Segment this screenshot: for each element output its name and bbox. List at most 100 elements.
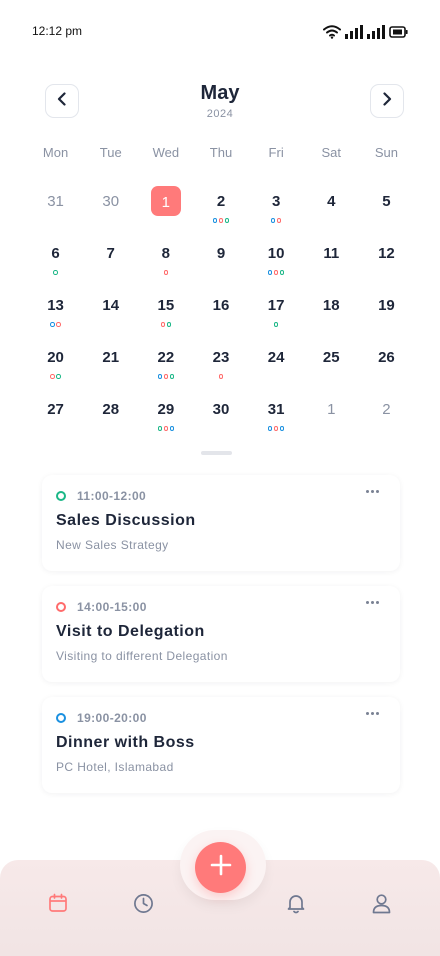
- day-cell[interactable]: 2: [193, 182, 248, 234]
- day-cell[interactable]: 26: [359, 338, 414, 390]
- event-subtitle: New Sales Strategy: [56, 538, 169, 552]
- day-cell[interactable]: 4: [304, 182, 359, 234]
- event-card[interactable]: 14:00-15:00 Visit to Delegation Visiting…: [42, 586, 400, 682]
- nav-clock[interactable]: [131, 891, 155, 915]
- event-dot-blue: [157, 374, 163, 379]
- day-cell[interactable]: 30: [193, 390, 248, 442]
- day-number: 19: [378, 297, 395, 314]
- day-number: 26: [378, 349, 395, 366]
- day-cell[interactable]: 18: [304, 286, 359, 338]
- day-cell[interactable]: 22: [138, 338, 193, 390]
- day-cell[interactable]: 29: [138, 390, 193, 442]
- day-cell[interactable]: 28: [83, 390, 138, 442]
- event-dot-green: [224, 218, 230, 223]
- event-title: Visit to Delegation: [56, 623, 205, 640]
- drag-handle[interactable]: [201, 451, 232, 455]
- day-number: 1: [327, 401, 336, 418]
- day-cell[interactable]: 23: [193, 338, 248, 390]
- day-number: 5: [382, 193, 391, 210]
- day-cell[interactable]: 31: [249, 390, 304, 442]
- day-cell[interactable]: 27: [28, 390, 83, 442]
- event-card[interactable]: 19:00-20:00 Dinner with Boss PC Hotel, I…: [42, 697, 400, 793]
- day-number: 2: [382, 401, 391, 418]
- nav-calendar[interactable]: [46, 891, 70, 915]
- more-horizontal-icon: [365, 711, 379, 715]
- nav-notifications[interactable]: [284, 891, 308, 915]
- day-number: 17: [267, 297, 285, 314]
- weekday-label: Sat: [321, 145, 342, 160]
- event-indicators: [28, 322, 83, 327]
- weekday-label: Mon: [42, 145, 69, 160]
- day-number: 1: [161, 194, 171, 211]
- day-cell[interactable]: 7: [83, 234, 138, 286]
- event-dot-blue: [267, 270, 273, 275]
- day-cell[interactable]: 12: [359, 234, 414, 286]
- next-month-button[interactable]: [370, 84, 404, 118]
- event-dot-red: [273, 426, 279, 431]
- event-dot-red: [276, 218, 282, 223]
- signal-icon: [345, 25, 363, 39]
- day-cell[interactable]: 20: [28, 338, 83, 390]
- event-status-icon: [56, 602, 66, 612]
- day-number: 16: [212, 297, 230, 314]
- day-number: 6: [51, 245, 60, 262]
- day-cell[interactable]: 8: [138, 234, 193, 286]
- event-subtitle: Visiting to different Delegation: [56, 649, 228, 663]
- event-dot-green: [273, 322, 279, 327]
- day-cell[interactable]: 2: [359, 390, 414, 442]
- weekday-label: Sun: [374, 145, 398, 160]
- day-cell[interactable]: 30: [83, 182, 138, 234]
- day-cell[interactable]: 13: [28, 286, 83, 338]
- day-cell[interactable]: 6: [28, 234, 83, 286]
- day-cell[interactable]: 31: [28, 182, 83, 234]
- day-cell[interactable]: 14: [83, 286, 138, 338]
- status-time: 12:12 pm: [32, 24, 83, 38]
- day-cell[interactable]: 24: [249, 338, 304, 390]
- event-indicators: [193, 374, 248, 379]
- day-cell[interactable]: 5: [359, 182, 414, 234]
- more-options-button[interactable]: [362, 707, 382, 719]
- event-title: Sales Discussion: [56, 512, 196, 529]
- more-options-button[interactable]: [362, 485, 382, 497]
- day-cell[interactable]: 9: [193, 234, 248, 286]
- day-cell[interactable]: 3: [249, 182, 304, 234]
- day-cell[interactable]: 11: [304, 234, 359, 286]
- event-indicators: [249, 270, 304, 275]
- day-number: 30: [212, 401, 230, 418]
- event-card[interactable]: 11:00-12:00 Sales Discussion New Sales S…: [42, 475, 400, 571]
- event-dot-blue: [212, 218, 218, 223]
- day-number: 23: [212, 349, 230, 366]
- chevron-right-icon: [381, 91, 393, 111]
- event-dot-green: [169, 374, 175, 379]
- add-event-button[interactable]: [195, 842, 246, 893]
- event-dot-red: [50, 374, 55, 379]
- day-cell[interactable]: 1: [304, 390, 359, 442]
- status-bar: 12:12 pm: [0, 0, 440, 60]
- day-cell[interactable]: 21: [83, 338, 138, 390]
- event-dot-blue: [169, 426, 175, 431]
- event-dot-red: [273, 270, 279, 275]
- event-dot-blue: [267, 426, 273, 431]
- day-cell-selected[interactable]: 1: [138, 182, 193, 234]
- event-dot-red: [56, 322, 61, 327]
- day-cell[interactable]: 10: [249, 234, 304, 286]
- day-number: 29: [157, 401, 175, 418]
- event-dot-green: [56, 374, 61, 379]
- day-number: 13: [47, 297, 64, 314]
- day-cell[interactable]: 16: [193, 286, 248, 338]
- day-number: 20: [47, 349, 64, 366]
- day-number: 2: [216, 193, 226, 210]
- day-number: 8: [161, 245, 171, 262]
- day-cell[interactable]: 25: [304, 338, 359, 390]
- more-options-button[interactable]: [362, 596, 382, 608]
- day-number: 31: [267, 401, 285, 418]
- day-number: 22: [157, 349, 175, 366]
- user-icon: [371, 893, 392, 914]
- event-dot-green: [279, 270, 285, 275]
- day-cell[interactable]: 15: [138, 286, 193, 338]
- nav-profile[interactable]: [369, 891, 393, 915]
- event-dot-red: [218, 218, 224, 223]
- day-cell[interactable]: 17: [249, 286, 304, 338]
- day-cell[interactable]: 19: [359, 286, 414, 338]
- day-number: 28: [102, 401, 120, 418]
